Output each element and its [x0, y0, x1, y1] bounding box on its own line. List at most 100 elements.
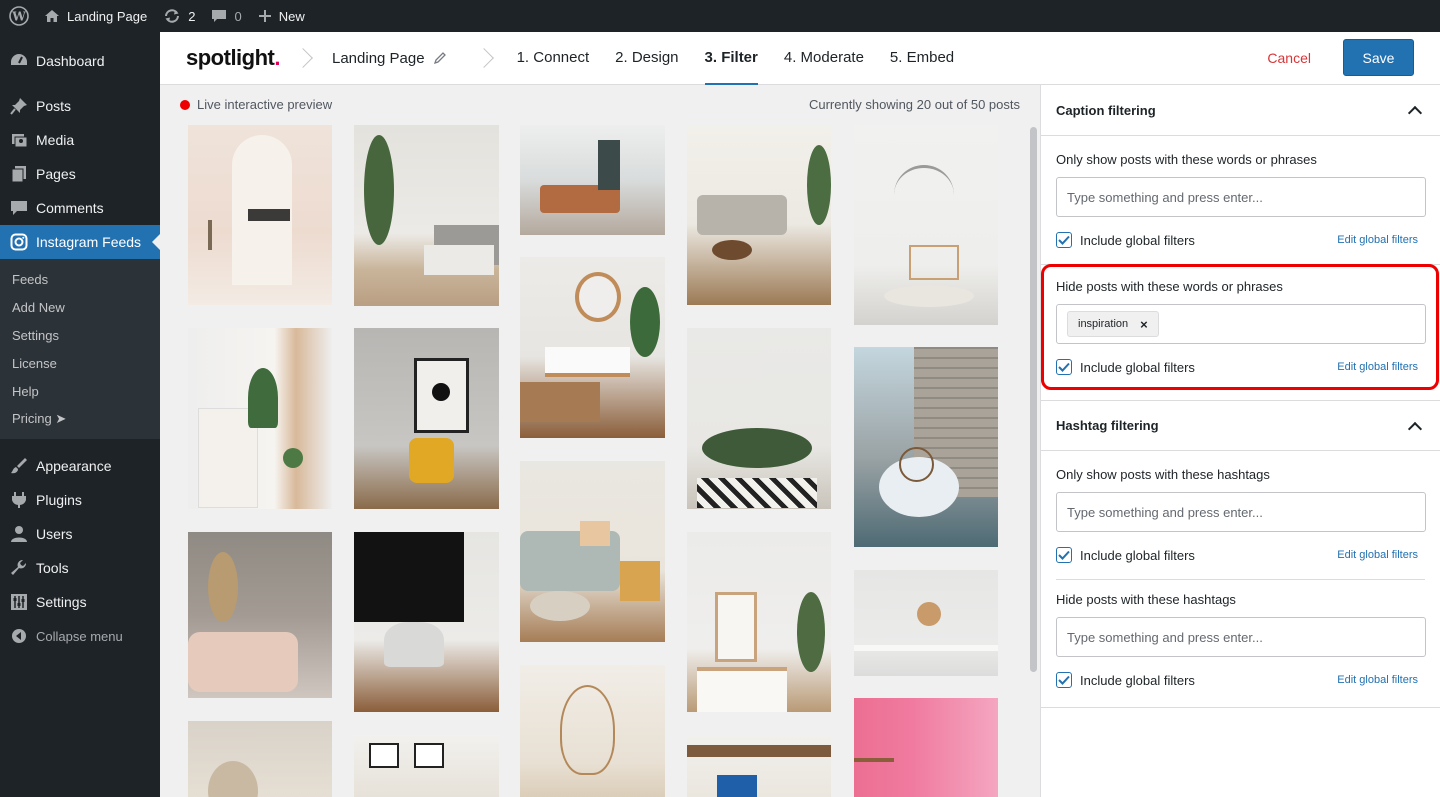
feed-photo[interactable]	[520, 461, 665, 642]
feed-photo[interactable]	[687, 125, 831, 305]
hashtag-hide-placeholder: Type something and press enter...	[1067, 629, 1263, 645]
tab-embed[interactable]: 5. Embed	[890, 32, 954, 85]
feed-photo[interactable]	[520, 125, 665, 235]
feed-photo[interactable]	[687, 735, 831, 797]
caption-show-include-global[interactable]: Include global filters	[1056, 232, 1195, 248]
caption-filtering-header[interactable]: Caption filtering	[1041, 85, 1440, 136]
feed-photo[interactable]	[854, 698, 998, 797]
feed-photo[interactable]	[354, 532, 499, 712]
submenu-settings[interactable]: Settings	[0, 321, 160, 349]
new-content-link[interactable]: New	[250, 0, 313, 32]
new-label: New	[278, 8, 305, 24]
caption-hide-include-global[interactable]: Include global filters	[1056, 359, 1195, 375]
updates-count: 2	[188, 8, 196, 24]
remove-tag-icon[interactable]: ×	[1140, 317, 1148, 332]
feed-photo[interactable]	[188, 721, 332, 797]
cancel-button[interactable]: Cancel	[1267, 50, 1311, 66]
feed-photo[interactable]	[188, 125, 332, 305]
menu-pages[interactable]: Pages	[0, 157, 160, 191]
caption-show-group: Only show posts with these words or phra…	[1041, 136, 1440, 250]
feed-photo[interactable]	[854, 570, 998, 676]
site-name-link[interactable]: Landing Page	[36, 0, 155, 32]
submenu-feeds[interactable]: Feeds	[0, 265, 160, 293]
hashtag-hide-edit-global-link[interactable]: Edit global filters	[1337, 674, 1418, 686]
hashtag-show-input[interactable]: Type something and press enter...	[1056, 492, 1426, 532]
menu-comments[interactable]: Comments	[0, 191, 160, 225]
feed-photo[interactable]	[520, 257, 665, 438]
caption-hide-input[interactable]: inspiration ×	[1056, 304, 1426, 344]
submenu-license[interactable]: License	[0, 349, 160, 377]
collapse-arrow-icon	[10, 627, 28, 645]
user-icon	[10, 525, 28, 543]
feed-photo[interactable]	[354, 125, 499, 306]
checkbox-checked-icon[interactable]	[1056, 232, 1072, 248]
comments-count: 0	[234, 8, 242, 24]
menu-users[interactable]: Users	[0, 517, 160, 551]
hashtag-show-include-global[interactable]: Include global filters	[1056, 547, 1195, 563]
submenu-pricing[interactable]: Pricing ➤	[0, 405, 160, 433]
feed-name-crumb[interactable]: Landing Page	[332, 50, 447, 67]
tab-moderate[interactable]: 4. Moderate	[784, 32, 864, 85]
tab-filter[interactable]: 3. Filter	[704, 32, 758, 85]
caption-show-input[interactable]: Type something and press enter...	[1056, 177, 1426, 217]
tab-connect[interactable]: 1. Connect	[517, 32, 590, 85]
feed-photo[interactable]	[687, 328, 831, 509]
feed-photo[interactable]	[188, 532, 332, 698]
hashtag-show-label: Only show posts with these hashtags	[1056, 467, 1270, 482]
hashtag-hide-input[interactable]: Type something and press enter...	[1056, 617, 1426, 657]
tab-design[interactable]: 2. Design	[615, 32, 678, 85]
caption-hide-global-row: Include global filters Edit global filte…	[1056, 357, 1425, 377]
tag-chip-label: inspiration	[1078, 318, 1129, 330]
menu-tools[interactable]: Tools	[0, 551, 160, 585]
svg-text:W: W	[11, 10, 26, 24]
wordpress-logo-icon[interactable]: W	[0, 0, 36, 32]
pin-icon	[10, 97, 28, 115]
menu-settings[interactable]: Settings	[0, 585, 160, 619]
save-button[interactable]: Save	[1343, 39, 1414, 76]
instagram-icon	[10, 233, 28, 251]
caption-show-placeholder: Type something and press enter...	[1067, 189, 1263, 205]
hashtag-hide-group: Hide posts with these hashtags Type some…	[1041, 580, 1440, 690]
checkbox-checked-icon[interactable]	[1056, 547, 1072, 563]
hashtag-show-group: Only show posts with these hashtags Type…	[1041, 451, 1440, 565]
chevron-up-icon[interactable]	[1407, 105, 1423, 121]
feed-photo[interactable]	[687, 532, 831, 712]
submenu-help[interactable]: Help	[0, 377, 160, 405]
feed-photo[interactable]	[854, 347, 998, 547]
caption-show-edit-global-link[interactable]: Edit global filters	[1337, 234, 1418, 246]
chevron-up-icon[interactable]	[1407, 421, 1423, 436]
menu-instagram-feeds[interactable]: Instagram Feeds	[0, 225, 160, 259]
feed-photo[interactable]	[188, 328, 332, 509]
menu-media[interactable]: Media	[0, 123, 160, 157]
checkbox-checked-icon[interactable]	[1056, 672, 1072, 688]
menu-dashboard[interactable]: Dashboard	[0, 44, 160, 78]
wrench-icon	[10, 559, 28, 577]
site-name-label: Landing Page	[67, 8, 148, 24]
updates-link[interactable]: 2	[155, 0, 203, 32]
feed-photo[interactable]	[354, 328, 499, 509]
comment-bubble-icon	[211, 8, 227, 24]
feed-photo[interactable]	[520, 665, 665, 797]
hashtag-show-edit-global-link[interactable]: Edit global filters	[1337, 549, 1418, 561]
caption-show-global-row: Include global filters Edit global filte…	[1056, 230, 1425, 250]
media-icon	[10, 131, 28, 149]
comments-link[interactable]: 0	[203, 0, 249, 32]
submenu-add-new[interactable]: Add New	[0, 293, 160, 321]
menu-appearance[interactable]: Appearance	[0, 449, 160, 483]
dashboard-icon	[10, 52, 28, 70]
preview-scrollbar[interactable]	[1030, 127, 1037, 672]
collapse-menu-button[interactable]: Collapse menu	[0, 619, 160, 653]
feed-photo[interactable]	[854, 125, 998, 325]
caption-hide-edit-global-link[interactable]: Edit global filters	[1337, 361, 1418, 373]
filter-panel: Caption filtering Only show posts with t…	[1040, 85, 1440, 797]
menu-plugins[interactable]: Plugins	[0, 483, 160, 517]
menu-posts[interactable]: Posts	[0, 89, 160, 123]
hashtag-hide-include-global[interactable]: Include global filters	[1056, 672, 1195, 688]
hashtag-filtering-header[interactable]: Hashtag filtering	[1041, 400, 1440, 451]
checkbox-checked-icon[interactable]	[1056, 359, 1072, 375]
admin-sidebar: Dashboard Posts Media Pages Comments Ins…	[0, 32, 160, 797]
pencil-icon[interactable]	[433, 51, 447, 65]
feed-photo[interactable]	[354, 735, 499, 797]
brush-icon	[10, 457, 28, 475]
editor-header: spotlight. Landing Page 1. Connect 2. De…	[160, 32, 1440, 85]
